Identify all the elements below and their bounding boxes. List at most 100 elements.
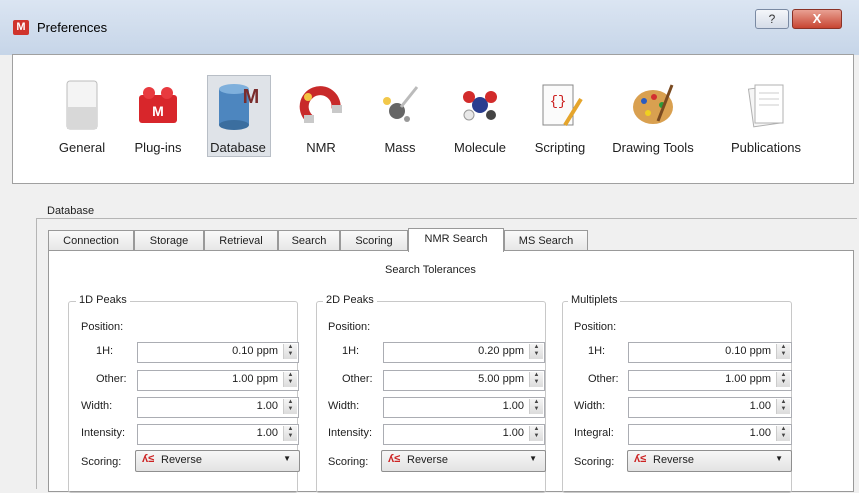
tab-storage[interactable]: Storage — [134, 230, 204, 251]
category-molecule[interactable]: Molecule — [449, 75, 511, 165]
spinner-icon[interactable]: ▲ ▼ — [529, 399, 543, 414]
category-label: Database — [210, 140, 266, 155]
other-tolerance-field[interactable]: 5.00 ppm ▲ ▼ — [383, 370, 545, 391]
field-value: 1.00 ppm — [232, 373, 278, 385]
group-title: Multiplets — [568, 294, 621, 306]
category-label: Scripting — [534, 140, 586, 155]
category-label: Mass — [384, 140, 416, 155]
category-publications[interactable]: Publications — [721, 75, 811, 165]
scoring-dropdown[interactable]: ʎ≤ Reverse ▼ — [381, 450, 546, 472]
field-label-1h: 1H: — [588, 345, 606, 357]
category-plugins[interactable]: M Plug-ins — [127, 75, 189, 165]
scoring-label: Scoring: — [328, 456, 369, 468]
field-value: 0.10 ppm — [232, 345, 278, 357]
scripting-scroll-icon: {} — [542, 84, 583, 127]
field-label-1h: 1H: — [96, 345, 114, 357]
field-label-1h: 1H: — [342, 345, 360, 357]
category-general[interactable]: General — [51, 75, 113, 165]
search-tolerances-title: Search Tolerances — [385, 264, 476, 276]
field-value: 1.00 — [502, 427, 524, 439]
category-label: Molecule — [453, 140, 507, 155]
tab-connection[interactable]: Connection — [48, 230, 134, 251]
intensity-field[interactable]: 1.00 ▲ ▼ — [137, 424, 299, 445]
tab-search[interactable]: Search — [278, 230, 340, 251]
position-label: Position: — [81, 321, 124, 333]
category-database[interactable]: M Database — [207, 75, 271, 165]
preferences-category-bar: General M Plug-ins M Database NMR Mass M… — [12, 54, 854, 184]
field-label-other: Other: — [588, 373, 619, 385]
mass-icon — [383, 86, 419, 122]
svg-text:{}: {} — [550, 94, 567, 110]
database-icon: M — [219, 84, 260, 130]
width-field[interactable]: 1.00 ▲ ▼ — [137, 397, 299, 418]
spinner-icon[interactable]: ▲ ▼ — [776, 344, 790, 359]
width-field[interactable]: 1.00 ▲ ▼ — [628, 397, 792, 418]
other-tolerance-field[interactable]: 1.00 ppm ▲ ▼ — [137, 370, 299, 391]
other-tolerance-field[interactable]: 1.00 ppm ▲ ▼ — [628, 370, 792, 391]
tab-retrieval[interactable]: Retrieval — [204, 230, 278, 251]
svg-text:M: M — [243, 86, 260, 108]
field-label-width: Width: — [81, 400, 113, 412]
database-group-title: Database — [47, 205, 95, 217]
molecule-icon — [463, 91, 497, 121]
field-value: 1.00 — [502, 400, 524, 412]
field-value: 1.00 — [749, 400, 771, 412]
spinner-icon[interactable]: ▲ ▼ — [283, 426, 297, 441]
spinner-icon[interactable]: ▲ ▼ — [529, 426, 543, 441]
tab-ms-search[interactable]: MS Search — [504, 230, 588, 251]
plugins-icon: M — [139, 87, 177, 123]
chevron-down-icon: ▼ — [283, 454, 291, 463]
category-label: Publications — [730, 140, 802, 155]
field-value: 5.00 ppm — [478, 373, 524, 385]
scoring-label: Scoring: — [81, 456, 122, 468]
1h-tolerance-field[interactable]: 0.20 ppm ▲ ▼ — [383, 342, 545, 363]
spinner-icon[interactable]: ▲ ▼ — [283, 372, 297, 387]
intensity-field[interactable]: 1.00 ▲ ▼ — [383, 424, 545, 445]
spinner-icon[interactable]: ▲ ▼ — [529, 344, 543, 359]
title-bar — [0, 0, 859, 55]
window-title: Preferences — [37, 20, 108, 35]
1h-tolerance-field[interactable]: 0.10 ppm ▲ ▼ — [137, 342, 299, 363]
scoring-method-icon: ʎ≤ — [142, 453, 155, 465]
scoring-method-icon: ʎ≤ — [388, 453, 401, 465]
category-mass[interactable]: Mass — [369, 75, 431, 165]
field-value: 1.00 — [256, 400, 278, 412]
help-button[interactable]: ? — [755, 9, 789, 29]
general-icon — [66, 80, 98, 130]
field-label-other: Other: — [96, 373, 127, 385]
spinner-icon[interactable]: ▲ ▼ — [776, 372, 790, 387]
spinner-icon[interactable]: ▲ ▼ — [283, 399, 297, 414]
dropdown-value: Reverse — [161, 454, 202, 466]
spinner-icon[interactable]: ▲ ▼ — [529, 372, 543, 387]
field-label-other: Other: — [342, 373, 373, 385]
integral-field[interactable]: 1.00 ▲ ▼ — [628, 424, 792, 445]
scoring-dropdown[interactable]: ʎ≤ Reverse ▼ — [135, 450, 300, 472]
close-button[interactable]: X — [792, 9, 842, 29]
tab-nmr-search[interactable]: NMR Search — [408, 228, 504, 252]
tab-scoring[interactable]: Scoring — [340, 230, 408, 251]
field-label-intensity: Intensity: — [81, 427, 126, 439]
category-label: Plug-ins — [134, 140, 182, 155]
category-label: Drawing Tools — [612, 140, 694, 155]
1h-tolerance-field[interactable]: 0.10 ppm ▲ ▼ — [628, 342, 792, 363]
spinner-icon[interactable]: ▲ ▼ — [776, 399, 790, 414]
position-label: Position: — [328, 321, 371, 333]
nmr-magnet-icon — [299, 86, 342, 123]
spinner-icon[interactable]: ▲ ▼ — [283, 344, 297, 359]
field-label-integral: Integral: — [574, 427, 614, 439]
category-scripting[interactable]: {} Scripting — [529, 75, 591, 165]
category-label: General — [58, 140, 106, 155]
category-nmr[interactable]: NMR — [290, 75, 352, 165]
field-value: 0.20 ppm — [478, 345, 524, 357]
dropdown-value: Reverse — [407, 454, 448, 466]
chevron-down-icon: ▼ — [775, 454, 783, 463]
field-label-width: Width: — [574, 400, 606, 412]
width-field[interactable]: 1.00 ▲ ▼ — [383, 397, 545, 418]
field-value: 1.00 — [256, 427, 278, 439]
publications-icon — [747, 84, 784, 128]
spinner-icon[interactable]: ▲ ▼ — [776, 426, 790, 441]
scoring-dropdown[interactable]: ʎ≤ Reverse ▼ — [627, 450, 792, 472]
scoring-label: Scoring: — [574, 456, 615, 468]
category-drawing-tools[interactable]: Drawing Tools — [603, 75, 703, 165]
group-title: 1D Peaks — [76, 294, 130, 306]
